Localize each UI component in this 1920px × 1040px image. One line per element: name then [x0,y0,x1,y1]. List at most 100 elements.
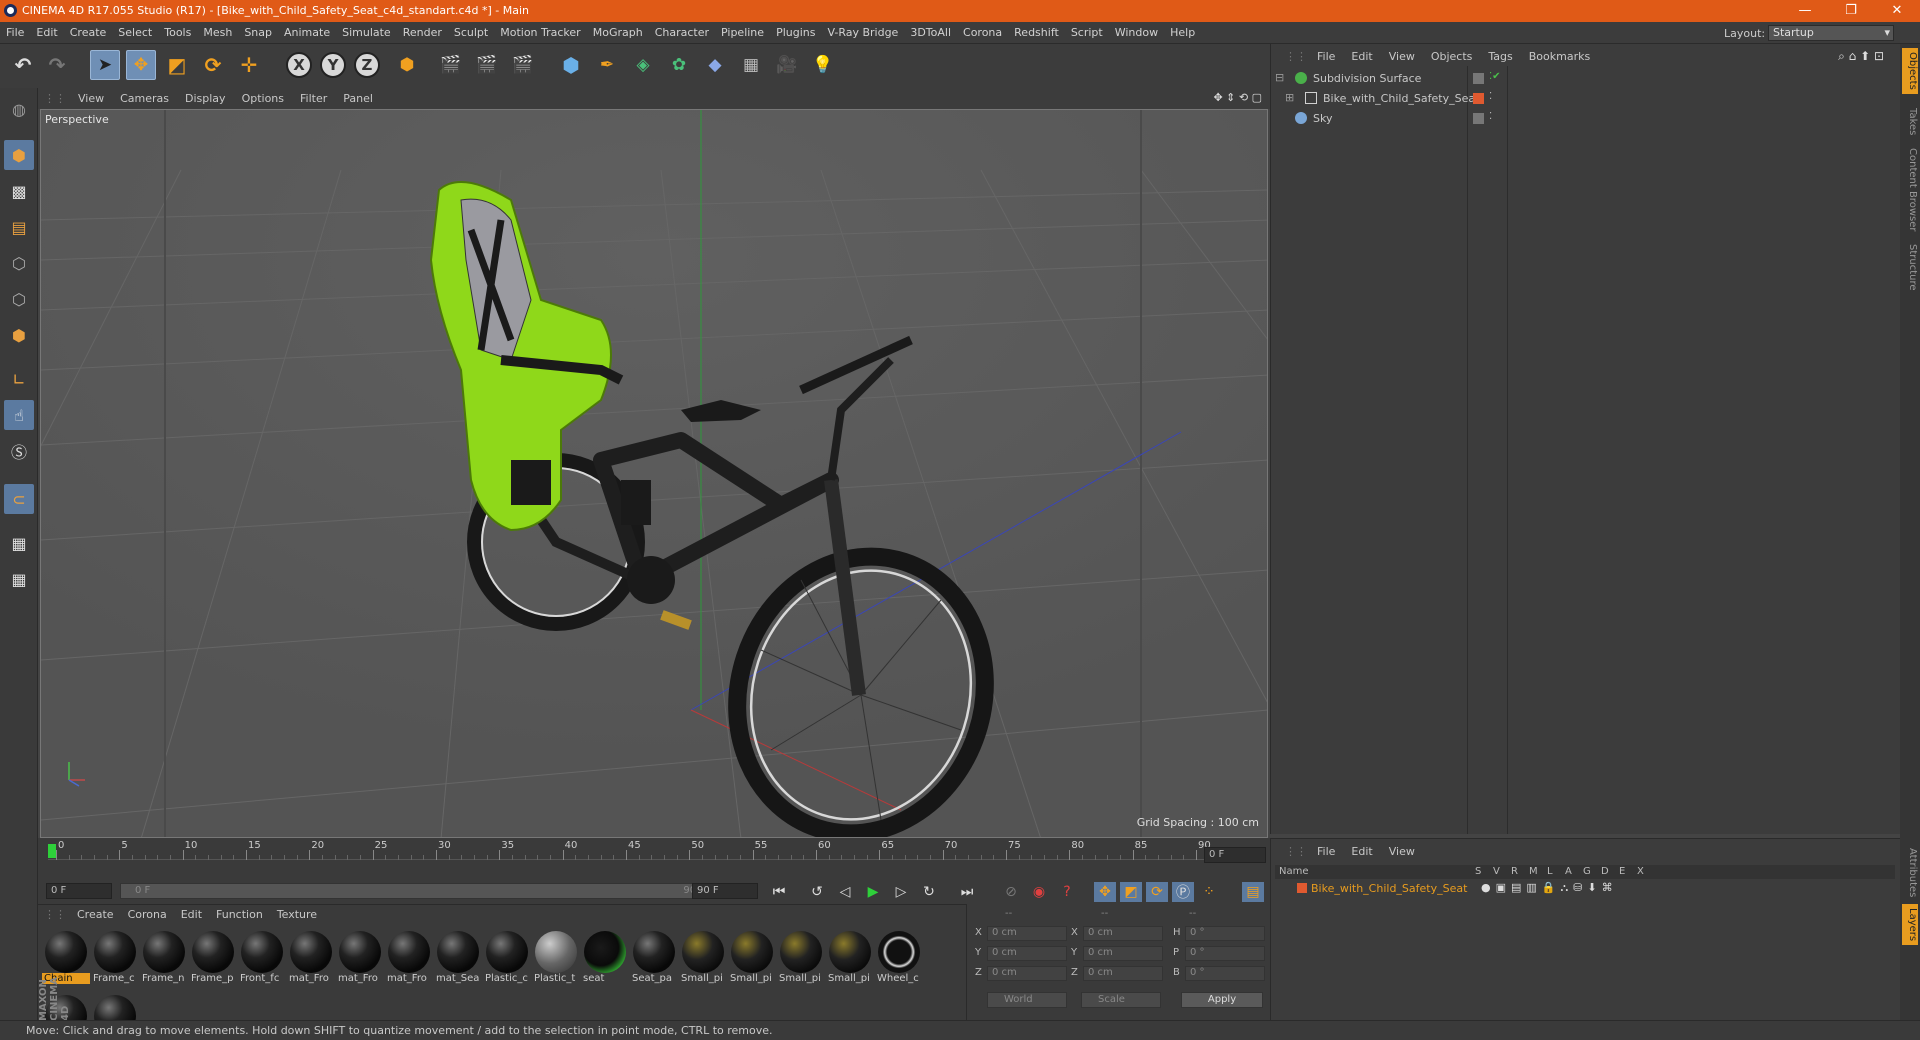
layer-tag-icon[interactable] [1473,93,1484,104]
viewport-menu-display[interactable]: Display [177,88,234,105]
object-row-sky[interactable]: Sky ⁚ [1275,110,1895,128]
transform-tool-icon[interactable]: ✛ [234,50,264,80]
menu-tools[interactable]: Tools [158,22,197,44]
menu-pipeline[interactable]: Pipeline [715,22,770,44]
coordinate-mode-dropdown[interactable]: World [987,992,1067,1008]
close-button[interactable]: ✕ [1874,0,1920,22]
end-frame-field[interactable]: 90 F [692,883,758,899]
menu-corona[interactable]: Corona [957,22,1008,44]
material-swatch[interactable]: Front_fc [238,929,286,991]
go-to-start-icon[interactable]: ⏮ [768,882,790,902]
material-swatch[interactable]: Small_pi [826,929,874,991]
apply-button[interactable]: Apply [1181,992,1263,1008]
side-tab-content-browser[interactable]: Content Browser [1902,144,1918,235]
scale-tool-icon[interactable]: ◩ [162,50,192,80]
timeline-window-icon[interactable]: ▤ [1242,882,1264,902]
record-active-icon[interactable]: ◉ [1028,882,1050,902]
viewport-navigation-icon[interactable]: ✥ ⇕ ⟲ ▢ [1213,91,1262,104]
menu-mesh[interactable]: Mesh [197,22,238,44]
axis-mode-icon[interactable]: ∟ [4,364,34,394]
step-back-icon[interactable]: ◁ [834,882,856,902]
workplane-mode-icon[interactable]: ▤ [4,212,34,242]
spline-pen-icon[interactable]: ✒ [592,50,622,80]
layer-row[interactable]: Bike_with_Child_Safety_Seat ●▣▤▥🔒⛬⛁⬇⌘ [1275,881,1895,897]
material-swatch[interactable]: seat [581,929,629,991]
visibility-dots-icon[interactable]: ⁚ [1489,111,1492,122]
menu-file[interactable]: File [0,22,30,44]
coordinate-value-field[interactable]: 0 ° [1185,966,1265,981]
material-menu-create[interactable]: Create [70,905,121,921]
side-tab-structure[interactable]: Structure [1902,240,1918,295]
object-menu-objects[interactable]: Objects [1423,44,1481,63]
menu-script[interactable]: Script [1065,22,1109,44]
coordinate-value-field[interactable]: 0 cm [1083,966,1163,981]
viewport-menu-panel[interactable]: Panel [335,88,381,105]
x-axis-lock-button[interactable]: X [286,52,312,78]
points-mode-icon[interactable]: ⬡ [4,248,34,278]
floor-environment-icon[interactable]: ▦ [736,50,766,80]
previous-key-icon[interactable]: ↺ [806,882,828,902]
material-swatch[interactable]: Plastic_t [532,929,580,991]
viewport-menu-options[interactable]: Options [234,88,292,105]
model-mode-icon[interactable]: ⬢ [4,140,34,170]
key-parameter-icon[interactable]: Ⓟ [1172,882,1194,902]
layout-dropdown[interactable]: Startup ▾ [1768,25,1894,41]
material-swatch[interactable]: Plastic_c [483,929,531,991]
coordinate-value-field[interactable]: 0 cm [987,946,1067,961]
tweak-mode-icon[interactable]: ☝ [4,400,34,430]
range-slider[interactable]: 0 F 90 F [120,883,720,899]
mograph-cloner-icon[interactable]: ✿ [664,50,694,80]
visibility-dots-icon[interactable]: ⁚ [1489,91,1492,102]
autokey-icon[interactable]: ? [1056,882,1078,902]
menu-window[interactable]: Window [1109,22,1164,44]
material-swatch[interactable]: mat_Fro [385,929,433,991]
menu-edit[interactable]: Edit [30,22,63,44]
menu-simulate[interactable]: Simulate [336,22,397,44]
key-position-icon[interactable]: ✥ [1094,882,1116,902]
menu-animate[interactable]: Animate [278,22,336,44]
z-axis-lock-button[interactable]: Z [354,52,380,78]
rotate-tool-icon[interactable]: ⟳ [198,50,228,80]
locked-workplane-icon[interactable]: ▦ [4,528,34,558]
object-menu-tags[interactable]: Tags [1480,44,1520,63]
coordinate-value-field[interactable]: 0 cm [987,926,1067,941]
menu-v-ray-bridge[interactable]: V-Ray Bridge [821,22,904,44]
coordinate-value-field[interactable]: 0 cm [987,966,1067,981]
magnet-icon[interactable]: ⊂ [4,484,34,514]
menu-select[interactable]: Select [112,22,158,44]
layer-tag-icon[interactable] [1473,73,1484,84]
texture-mode-icon[interactable]: ▩ [4,176,34,206]
material-menu-corona[interactable]: Corona [121,905,174,921]
y-axis-lock-button[interactable]: Y [320,52,346,78]
playhead[interactable] [48,844,56,858]
object-row-bike-with-child-safety-seat[interactable]: ⊞ Bike_with_Child_Safety_Seat ⁚ [1275,90,1895,108]
coordinate-system-icon[interactable]: ⬢ [392,50,422,80]
object-menu-edit[interactable]: Edit [1343,44,1380,63]
object-row-subdivision-surface[interactable]: ⊟ Subdivision Surface ⁚✔ [1275,70,1895,88]
object-menu-file[interactable]: File [1309,44,1343,63]
timeline-ruler[interactable]: 0 5 10 15 20 25 30 35 40 45 50 55 60 65 70 75 80 85 90 0 F [38,838,1270,878]
camera-icon[interactable]: 🎥 [772,50,802,80]
size-mode-dropdown[interactable]: Scale [1081,992,1161,1008]
layer-menu-view[interactable]: View [1381,839,1423,858]
menu-mograph[interactable]: MoGraph [587,22,649,44]
side-tab-takes[interactable]: Takes [1902,104,1918,139]
side-tab-layers[interactable]: Layers [1902,904,1918,946]
menu-sculpt[interactable]: Sculpt [448,22,494,44]
planar-workplane-icon[interactable]: ▦ [4,564,34,594]
undo-icon[interactable]: ↶ [8,50,38,80]
viewport-menu-view[interactable]: View [70,88,112,105]
material-swatch[interactable] [91,993,139,1021]
material-swatch[interactable]: Small_pi [728,929,776,991]
coordinate-value-field[interactable]: 0 ° [1185,946,1265,961]
menu-motion-tracker[interactable]: Motion Tracker [494,22,586,44]
redo-icon[interactable]: ↷ [42,50,72,80]
render-picture-viewer-icon[interactable]: 🎬 [472,50,502,80]
go-to-end-icon[interactable]: ⏭ [956,882,978,902]
menu-create[interactable]: Create [64,22,113,44]
render-settings-icon[interactable]: 🎬 [508,50,538,80]
render-view-icon[interactable]: 🎬 [436,50,466,80]
expand-icon[interactable]: ⊞ [1285,91,1294,104]
start-frame-field[interactable]: 0 F [46,883,112,899]
next-key-icon[interactable]: ↻ [918,882,940,902]
